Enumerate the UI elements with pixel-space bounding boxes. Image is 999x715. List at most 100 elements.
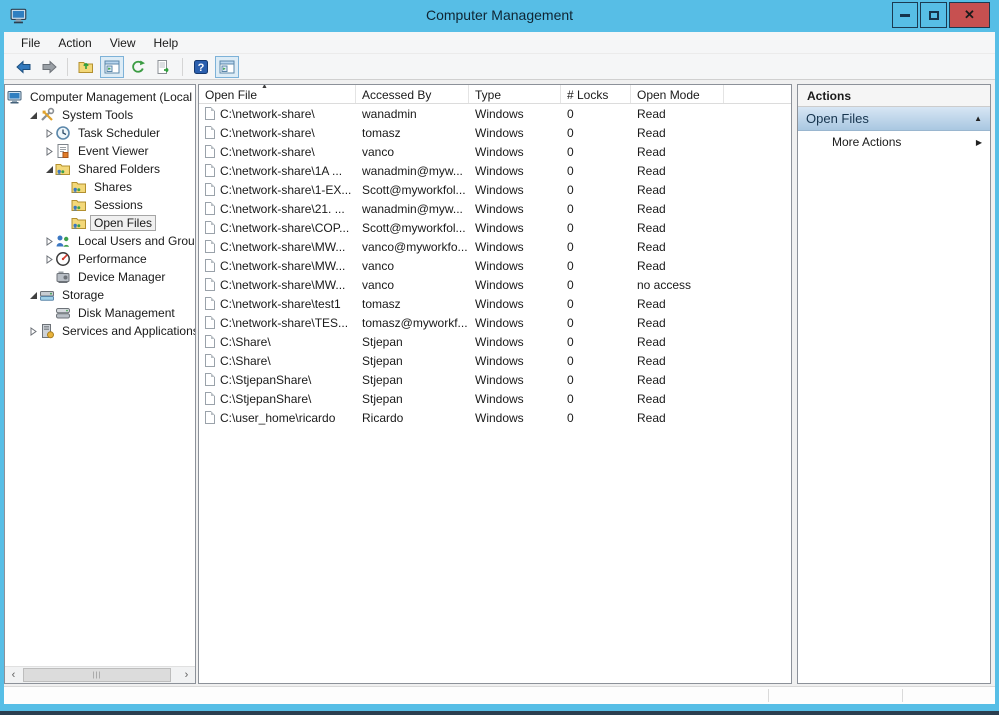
cell-type: Windows xyxy=(469,240,561,254)
tree-item-services-and-applications[interactable]: Services and Applications xyxy=(5,322,195,340)
export-list-icon xyxy=(156,59,172,75)
table-row[interactable]: C:\network-share\wanadminWindows0Read xyxy=(199,104,791,123)
menu-item-file[interactable]: File xyxy=(12,33,49,53)
cell-by: wanadmin@myw... xyxy=(356,164,469,178)
expand-icon[interactable] xyxy=(43,129,55,138)
expand-icon[interactable] xyxy=(27,327,39,336)
expand-icon[interactable] xyxy=(43,147,55,156)
file-icon xyxy=(205,107,215,120)
cell-by: vanco xyxy=(356,259,469,273)
actions-section-label: Open Files xyxy=(806,111,869,126)
scrollbar-thumb[interactable]: ||| xyxy=(23,668,171,682)
collapse-icon[interactable] xyxy=(43,165,55,174)
show-action-pane-button[interactable] xyxy=(215,56,239,78)
tree-horizontal-scrollbar[interactable]: ‹ ||| › xyxy=(5,666,195,683)
tree-item-label: Disk Management xyxy=(74,305,179,321)
file-icon xyxy=(205,354,215,367)
scroll-left-button[interactable]: ‹ xyxy=(5,667,22,683)
cell-by: Scott@myworkfol... xyxy=(356,183,469,197)
cell-type: Windows xyxy=(469,278,561,292)
show-console-tree-button[interactable] xyxy=(100,56,124,78)
table-row[interactable]: C:\StjepanShare\StjepanWindows0Read xyxy=(199,389,791,408)
table-row[interactable]: C:\network-share\MW...vancoWindows0Read xyxy=(199,256,791,275)
table-row[interactable]: C:\network-share\1A ...wanadmin@myw...Wi… xyxy=(199,161,791,180)
expand-icon[interactable] xyxy=(43,255,55,264)
shared-folders-icon xyxy=(55,161,71,177)
menu-item-action[interactable]: Action xyxy=(49,33,100,53)
column-header-open-mode[interactable]: Open Mode xyxy=(631,85,724,103)
tree-item-sessions[interactable]: Sessions xyxy=(5,196,195,214)
table-row[interactable]: C:\StjepanShare\StjepanWindows0Read xyxy=(199,370,791,389)
cell-by: wanadmin xyxy=(356,107,469,121)
back-button[interactable] xyxy=(11,56,35,78)
tree-item-computer-management-local[interactable]: Computer Management (Local xyxy=(5,88,195,106)
table-row[interactable]: C:\network-share\tomaszWindows0Read xyxy=(199,123,791,142)
table-row[interactable]: C:\network-share\21. ...wanadmin@myw...W… xyxy=(199,199,791,218)
cell-type: Windows xyxy=(469,335,561,349)
tree-item-system-tools[interactable]: System Tools xyxy=(5,106,195,124)
forward-button[interactable] xyxy=(37,56,61,78)
expand-icon[interactable] xyxy=(43,237,55,246)
cell-by: vanco xyxy=(356,278,469,292)
tree-item-shared-folders[interactable]: Shared Folders xyxy=(5,160,195,178)
tree-item-task-scheduler[interactable]: Task Scheduler xyxy=(5,124,195,142)
refresh-button[interactable] xyxy=(126,56,150,78)
cell-mode: Read xyxy=(631,297,724,311)
refresh-icon xyxy=(130,59,146,75)
performance-icon xyxy=(55,251,71,267)
export-list-button[interactable] xyxy=(152,56,176,78)
collapse-icon[interactable] xyxy=(27,111,39,120)
tree-item-local-users-and-groups[interactable]: Local Users and Groups xyxy=(5,232,195,250)
close-button[interactable]: ✕ xyxy=(949,2,990,28)
column-header-open-file[interactable]: Open File▲ xyxy=(199,85,356,103)
tree-item-disk-management[interactable]: Disk Management xyxy=(5,304,195,322)
computer-management-window: Computer Management ✕ FileActionViewHelp… xyxy=(0,0,999,715)
table-row[interactable]: C:\network-share\MW...vancoWindows0no ac… xyxy=(199,275,791,294)
cell-by: tomasz@myworkf... xyxy=(356,316,469,330)
tree-item-shares[interactable]: Shares xyxy=(5,178,195,196)
scroll-right-button[interactable]: › xyxy=(178,667,195,683)
collapse-section-icon[interactable]: ▲ xyxy=(974,114,982,123)
cell-by: Stjepan xyxy=(356,354,469,368)
help-button[interactable]: ? xyxy=(189,56,213,78)
minimize-button[interactable] xyxy=(892,2,918,28)
table-row[interactable]: C:\network-share\1-EX...Scott@myworkfol.… xyxy=(199,180,791,199)
cell-locks: 0 xyxy=(561,126,631,140)
tree-item-event-viewer[interactable]: Event Viewer xyxy=(5,142,195,160)
column-header-locks[interactable]: # Locks xyxy=(561,85,631,103)
cell-mode: Read xyxy=(631,183,724,197)
tree-item-storage[interactable]: Storage xyxy=(5,286,195,304)
menu-item-help[interactable]: Help xyxy=(145,33,188,53)
open-files-list-panel: Open File▲Accessed ByType# LocksOpen Mod… xyxy=(198,84,792,684)
table-row[interactable]: C:\network-share\test1tomaszWindows0Read xyxy=(199,294,791,313)
table-row[interactable]: C:\user_home\ricardoRicardoWindows0Read xyxy=(199,408,791,427)
table-row[interactable]: C:\Share\StjepanWindows0Read xyxy=(199,332,791,351)
tree-item-performance[interactable]: Performance xyxy=(5,250,195,268)
cell-type: Windows xyxy=(469,202,561,216)
tree-item-device-manager[interactable]: Device Manager xyxy=(5,268,195,286)
cell-type: Windows xyxy=(469,221,561,235)
more-actions-item[interactable]: More Actions ▶ xyxy=(798,131,990,153)
actions-section-open-files[interactable]: Open Files ▲ xyxy=(798,107,990,131)
table-row[interactable]: C:\network-share\COP...Scott@myworkfol..… xyxy=(199,218,791,237)
table-row[interactable]: C:\network-share\MW...vanco@myworkfo...W… xyxy=(199,237,791,256)
tree-item-open-files[interactable]: Open Files xyxy=(5,214,195,232)
column-header-accessed-by[interactable]: Accessed By xyxy=(356,85,469,103)
cell-mode: no access xyxy=(631,278,724,292)
up-one-level-button[interactable] xyxy=(74,56,98,78)
tree-item-label: Storage xyxy=(58,287,108,303)
maximize-button[interactable] xyxy=(920,2,947,28)
column-header-filler xyxy=(724,85,791,103)
tree-item-label: Sessions xyxy=(90,197,147,213)
file-icon xyxy=(205,278,215,291)
cell-mode: Read xyxy=(631,221,724,235)
cell-type: Windows xyxy=(469,411,561,425)
collapse-icon[interactable] xyxy=(27,291,39,300)
table-row[interactable]: C:\network-share\TES...tomasz@myworkf...… xyxy=(199,313,791,332)
tree-item-label: Shared Folders xyxy=(74,161,164,177)
menu-item-view[interactable]: View xyxy=(101,33,145,53)
table-row[interactable]: C:\network-share\vancoWindows0Read xyxy=(199,142,791,161)
table-row[interactable]: C:\Share\StjepanWindows0Read xyxy=(199,351,791,370)
cell-type: Windows xyxy=(469,259,561,273)
column-header-type[interactable]: Type xyxy=(469,85,561,103)
